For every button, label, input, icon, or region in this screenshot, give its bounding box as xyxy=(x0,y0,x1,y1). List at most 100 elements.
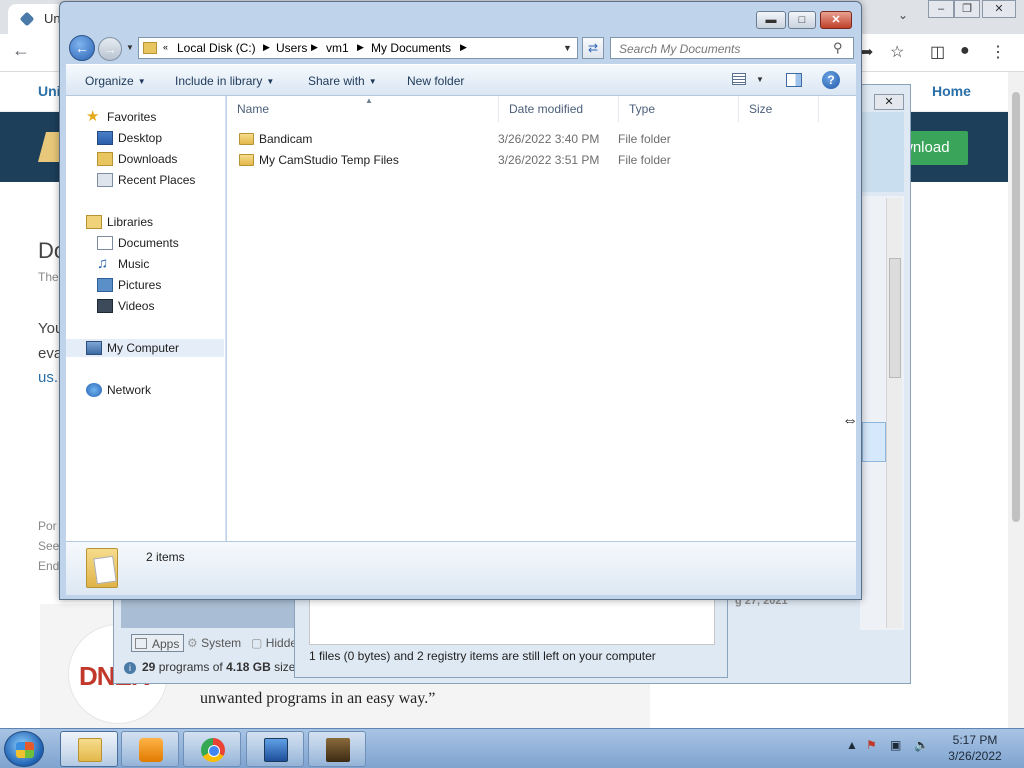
change-view-icon[interactable] xyxy=(732,73,746,85)
breadcrumb-my-documents[interactable]: My Documents xyxy=(371,41,451,55)
hidden-icon: ▢ xyxy=(251,636,263,650)
search-placeholder: Search My Documents xyxy=(619,42,741,56)
organize-button[interactable]: Organize ▼ xyxy=(85,74,146,88)
breadcrumb-chevron-icon[interactable]: ▶ xyxy=(460,42,467,53)
help-icon[interactable]: ? xyxy=(822,71,840,89)
uninstaller-status-bar: i 29 programs of 4.18 GB size xyxy=(121,656,297,678)
site-nav-link[interactable]: Uni xyxy=(38,83,61,99)
details-pane: 2 items xyxy=(66,541,856,595)
address-history-chevron-icon[interactable]: ▼ xyxy=(563,43,572,53)
libraries-icon xyxy=(86,215,102,229)
show-hidden-icons-chevron-icon[interactable]: ▲ xyxy=(846,738,858,752)
address-bar[interactable]: « Local Disk (C:) ▶ Users ▶ vm1 ▶ My Doc… xyxy=(138,37,578,59)
column-header-date-modified[interactable]: Date modified xyxy=(499,96,619,122)
browser-restore-button[interactable]: ❐ xyxy=(954,0,980,18)
uninstaller-sidebar xyxy=(121,598,297,628)
network-globe-icon xyxy=(86,383,102,397)
chevron-down-icon: ▼ xyxy=(368,77,377,86)
side-panel-icon[interactable]: ◫ xyxy=(930,42,945,62)
downloads-folder-icon xyxy=(97,152,113,166)
file-name: Bandicam xyxy=(259,132,313,146)
folder-icon xyxy=(239,133,254,145)
tab-hidden[interactable]: ▢ Hidde xyxy=(251,634,297,652)
uninstaller-selected-item[interactable] xyxy=(862,422,886,462)
gear-icon: ⚙ xyxy=(187,636,198,650)
breadcrumb-local-disk[interactable]: Local Disk (C:) xyxy=(177,41,256,55)
breadcrumb-overflow-icon[interactable]: « xyxy=(163,42,168,52)
maximize-button[interactable]: □ xyxy=(788,11,816,29)
nav-my-computer[interactable]: My Computer xyxy=(66,339,224,357)
refresh-button[interactable]: ⇄ xyxy=(582,37,604,59)
site-favicon-icon xyxy=(19,11,35,27)
volume-icon[interactable]: 🔈 xyxy=(914,738,929,752)
network-tray-icon[interactable]: ▣ xyxy=(890,738,901,752)
page-link[interactable]: us. xyxy=(38,369,58,386)
browser-scrollbar[interactable] xyxy=(1008,72,1024,728)
forward-button[interactable]: → xyxy=(98,37,122,61)
bookmark-star-icon[interactable]: ☆ xyxy=(890,42,904,62)
file-date: 3/26/2022 3:40 PM xyxy=(498,132,600,146)
search-input[interactable]: Search My Documents ⚲ xyxy=(610,37,854,59)
browser-minimize-button[interactable]: – xyxy=(928,0,954,18)
item-count: 2 items xyxy=(146,550,185,564)
include-in-library-button[interactable]: Include in library ▼ xyxy=(175,74,274,88)
browser-scrollbar-thumb[interactable] xyxy=(1012,92,1020,522)
taskbar-uninstaller-button[interactable] xyxy=(308,731,366,767)
column-header-type[interactable]: Type xyxy=(619,96,739,122)
desktop-icon xyxy=(97,131,113,145)
tab-system[interactable]: ⚙ System xyxy=(187,634,241,652)
page-meta: See xyxy=(38,539,60,553)
minimize-button[interactable]: ▬ xyxy=(756,11,786,29)
action-center-flag-icon[interactable]: ⚑ xyxy=(866,738,877,752)
monitor-icon xyxy=(264,738,288,762)
taskbar-media-player-button[interactable] xyxy=(121,731,179,767)
recent-places-icon xyxy=(97,173,113,187)
column-header-name[interactable]: Name xyxy=(227,96,499,122)
pictures-icon xyxy=(97,278,113,292)
tab-apps[interactable]: Apps xyxy=(131,634,185,652)
tab-search-chevron-icon[interactable]: ⌄ xyxy=(898,8,908,22)
preview-pane-icon[interactable] xyxy=(786,73,802,87)
taskbar-chrome-button[interactable] xyxy=(183,731,241,767)
uninstaller-close-button[interactable]: ✕ xyxy=(874,94,904,110)
breadcrumb-users[interactable]: Users xyxy=(276,41,307,55)
view-options-chevron-icon[interactable]: ▼ xyxy=(756,75,764,84)
browser-close-button[interactable]: ✕ xyxy=(982,0,1016,18)
folder-icon xyxy=(143,42,157,54)
close-button[interactable]: ✕ xyxy=(820,11,852,29)
uninstaller-icon xyxy=(326,738,350,762)
browser-menu-icon[interactable]: ⋮ xyxy=(990,42,1006,62)
system-clock[interactable]: 5:17 PM 3/26/2022 xyxy=(930,732,1020,764)
recent-pages-chevron-icon[interactable]: ▼ xyxy=(126,43,134,52)
back-button[interactable]: ← xyxy=(69,35,95,61)
file-row[interactable]: My CamStudio Temp Files 3/26/2022 3:51 P… xyxy=(227,150,856,170)
site-nav-home-link[interactable]: Home xyxy=(932,83,971,99)
file-date: 3/26/2022 3:51 PM xyxy=(498,153,600,167)
taskbar-computer-button[interactable] xyxy=(246,731,304,767)
breadcrumb-chevron-icon[interactable]: ▶ xyxy=(357,42,364,53)
start-button[interactable] xyxy=(4,731,44,767)
leftovers-message: 1 files (0 bytes) and 2 registry items a… xyxy=(309,649,656,663)
taskbar-explorer-button[interactable] xyxy=(60,731,118,767)
navigation-pane: ★ Favorites Desktop Downloads Recent Plac… xyxy=(66,96,226,541)
search-icon[interactable]: ⚲ xyxy=(833,40,843,56)
command-bar: Organize ▼ Include in library ▼ Share with… xyxy=(66,64,856,96)
file-list: Name ▲ Date modified Type Size Bandicam … xyxy=(227,96,856,541)
share-icon[interactable]: ➦ xyxy=(860,42,873,62)
explorer-window: ▬ □ ✕ ← → ▼ « Local Disk (C:) ▶ Users ▶ … xyxy=(59,1,862,600)
breadcrumb-vm1[interactable]: vm1 xyxy=(326,41,349,55)
breadcrumb-chevron-icon[interactable]: ▶ xyxy=(263,42,270,53)
file-row[interactable]: Bandicam 3/26/2022 3:40 PM File folder xyxy=(227,129,856,149)
browser-back-arrow-icon[interactable]: ← xyxy=(12,40,30,61)
profile-avatar-icon[interactable]: ● xyxy=(960,42,970,60)
column-header-size[interactable]: Size xyxy=(739,96,819,122)
media-player-icon xyxy=(139,738,163,762)
music-note-icon: ♫ xyxy=(97,255,109,272)
uninstaller-scrollbar[interactable] xyxy=(886,198,902,628)
breadcrumb-chevron-icon[interactable]: ▶ xyxy=(311,42,318,53)
new-folder-button[interactable]: New folder xyxy=(407,74,464,88)
share-with-button[interactable]: Share with ▼ xyxy=(308,74,377,88)
computer-icon xyxy=(86,341,102,355)
folder-icon xyxy=(239,154,254,166)
uninstaller-scrollbar-thumb[interactable] xyxy=(889,258,901,378)
